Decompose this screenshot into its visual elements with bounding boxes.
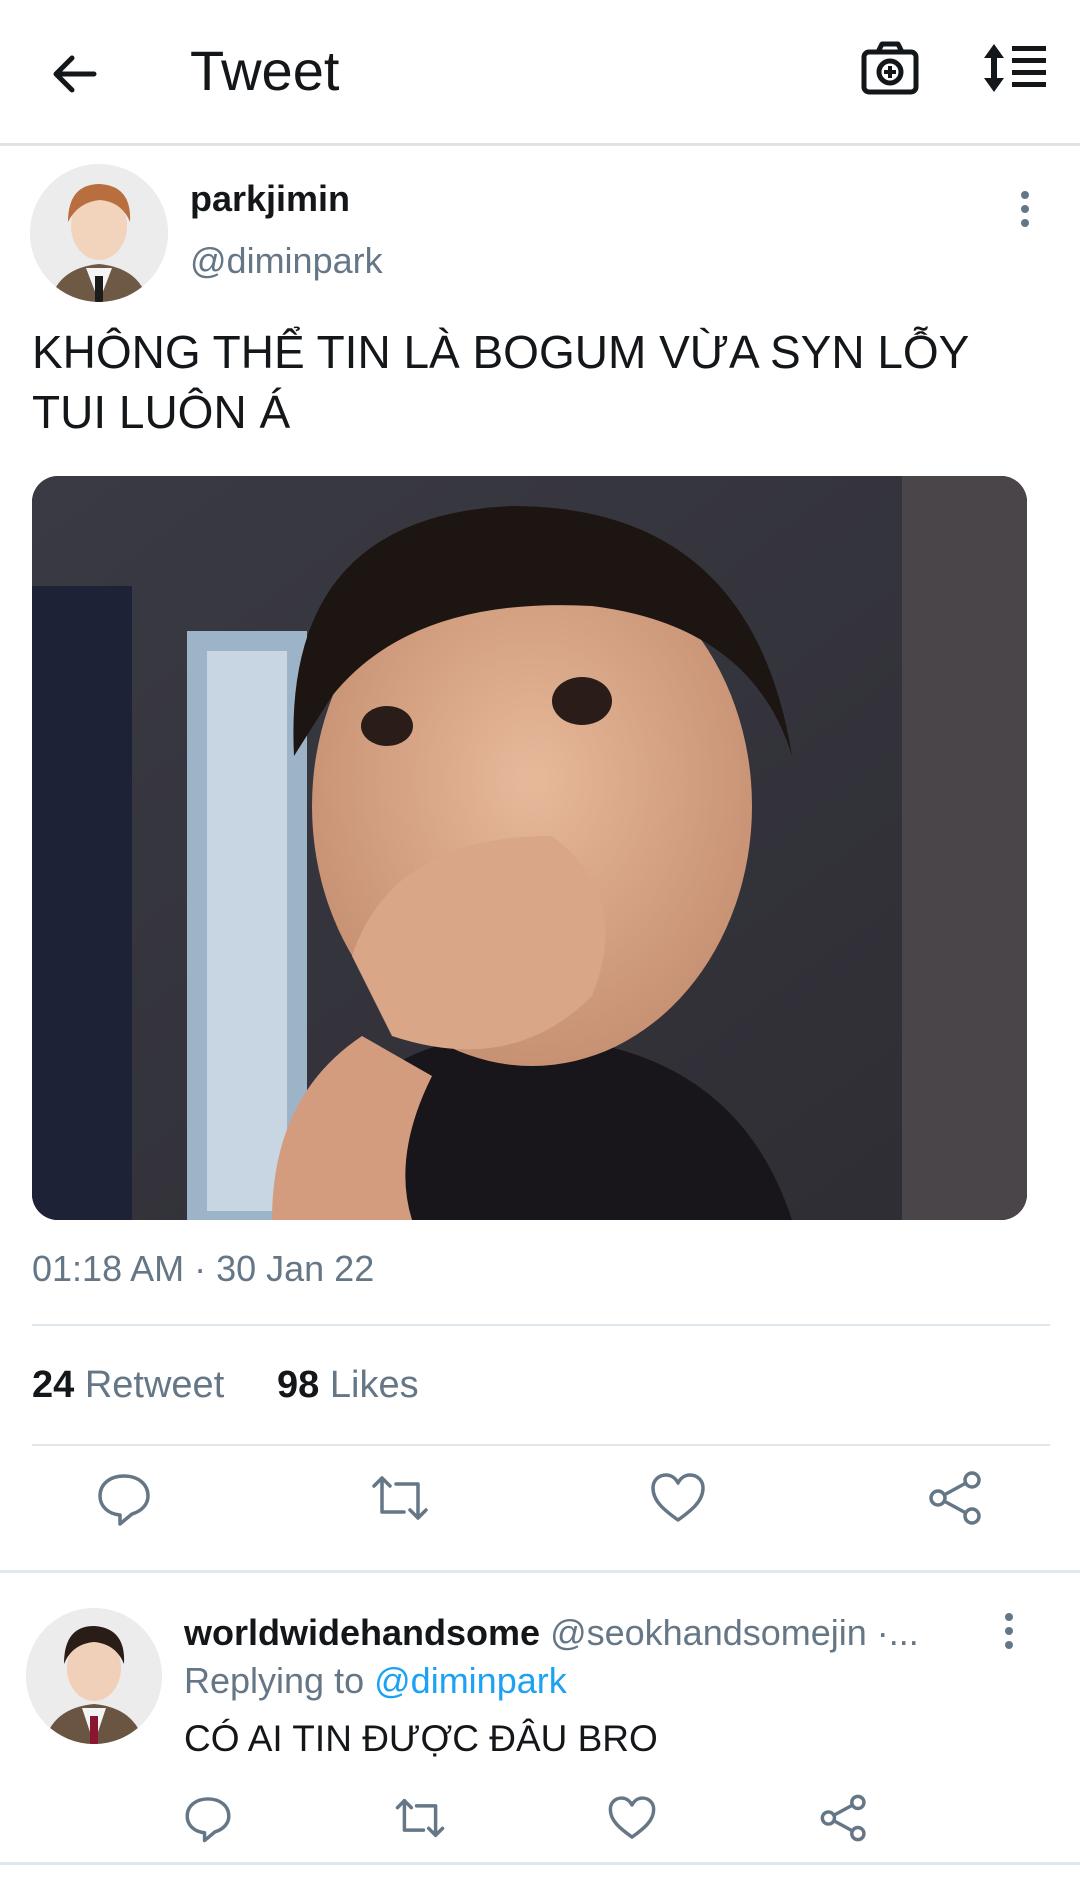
reply-more-options-button[interactable]: [992, 1610, 1026, 1654]
likes-stat[interactable]: 98 Likes: [277, 1364, 419, 1406]
more-vertical-icon: [1021, 191, 1029, 227]
top-bar: Tweet: [0, 0, 1080, 146]
reply-button[interactable]: [94, 1468, 154, 1528]
camera-plus-icon: [861, 41, 919, 95]
divider: [32, 1444, 1050, 1446]
share-icon: [820, 1794, 866, 1842]
reply-avatar[interactable]: [26, 1608, 162, 1744]
tweet-timestamp: 01:18 AM · 30 Jan 22: [32, 1248, 375, 1289]
profile-photo: [30, 164, 168, 302]
reply-reply-button[interactable]: [182, 1792, 234, 1844]
reply-text: CÓ AI TIN ĐƯỢC ĐÂU BRO: [184, 1718, 658, 1759]
replying-to-label: Replying to: [184, 1660, 365, 1701]
reply-profile-photo: [26, 1608, 162, 1744]
page-title: Tweet: [190, 39, 340, 102]
arrow-left-icon: [53, 55, 97, 93]
retweet-label: Retweet: [84, 1364, 225, 1406]
author-handle[interactable]: @diminpark: [190, 240, 383, 282]
tweet-media[interactable]: [32, 476, 1027, 1220]
sort-list-icon: [984, 44, 1046, 92]
share-button[interactable]: [926, 1468, 986, 1528]
reply-icon: [98, 1474, 150, 1526]
divider: [32, 1324, 1050, 1326]
reply-author-handle[interactable]: @seokhandsomejin ·...: [550, 1612, 919, 1653]
tweet-stats: 24 Retweet 98 Likes: [32, 1364, 419, 1407]
reply-actions: [0, 1792, 1080, 1852]
retweet-button[interactable]: [370, 1468, 430, 1528]
heart-icon: [608, 1796, 656, 1839]
replying-to: Replying to @diminpark: [184, 1660, 567, 1702]
retweet-icon: [395, 1798, 445, 1838]
retweet-icon: [372, 1476, 428, 1520]
retweet-stat[interactable]: 24 Retweet: [32, 1364, 224, 1406]
camera-button[interactable]: [860, 40, 926, 106]
reply-retweet-button[interactable]: [394, 1792, 446, 1844]
share-icon: [929, 1471, 981, 1525]
author-name[interactable]: parkjimin: [190, 178, 350, 220]
likes-count: 98: [277, 1364, 320, 1406]
reply-header: worldwidehandsome @seokhandsomejin ·...: [184, 1612, 994, 1654]
heart-icon: [651, 1473, 705, 1522]
reply-share-button[interactable]: [818, 1792, 870, 1844]
reply-icon: [185, 1797, 231, 1843]
replying-to-mention[interactable]: @diminpark: [374, 1660, 567, 1701]
tweet-photo: [32, 476, 1027, 1220]
like-button[interactable]: [648, 1468, 708, 1528]
reply-like-button[interactable]: [606, 1792, 658, 1844]
retweet-count: 24: [32, 1364, 75, 1406]
sort-button[interactable]: [980, 40, 1052, 106]
tweet-text: KHÔNG THỂ TIN LÀ BOGUM VỪA SYN LỖY TUI L…: [32, 326, 969, 438]
avatar[interactable]: [30, 164, 168, 302]
more-vertical-icon: [1005, 1613, 1013, 1649]
divider: [0, 1570, 1080, 1573]
reply-author-name[interactable]: worldwidehandsome: [184, 1612, 540, 1653]
divider: [0, 1862, 1080, 1865]
back-button[interactable]: [40, 40, 108, 108]
more-options-button[interactable]: [1008, 188, 1042, 232]
likes-label: Likes: [329, 1364, 419, 1406]
tweet-actions: [0, 1468, 1080, 1538]
